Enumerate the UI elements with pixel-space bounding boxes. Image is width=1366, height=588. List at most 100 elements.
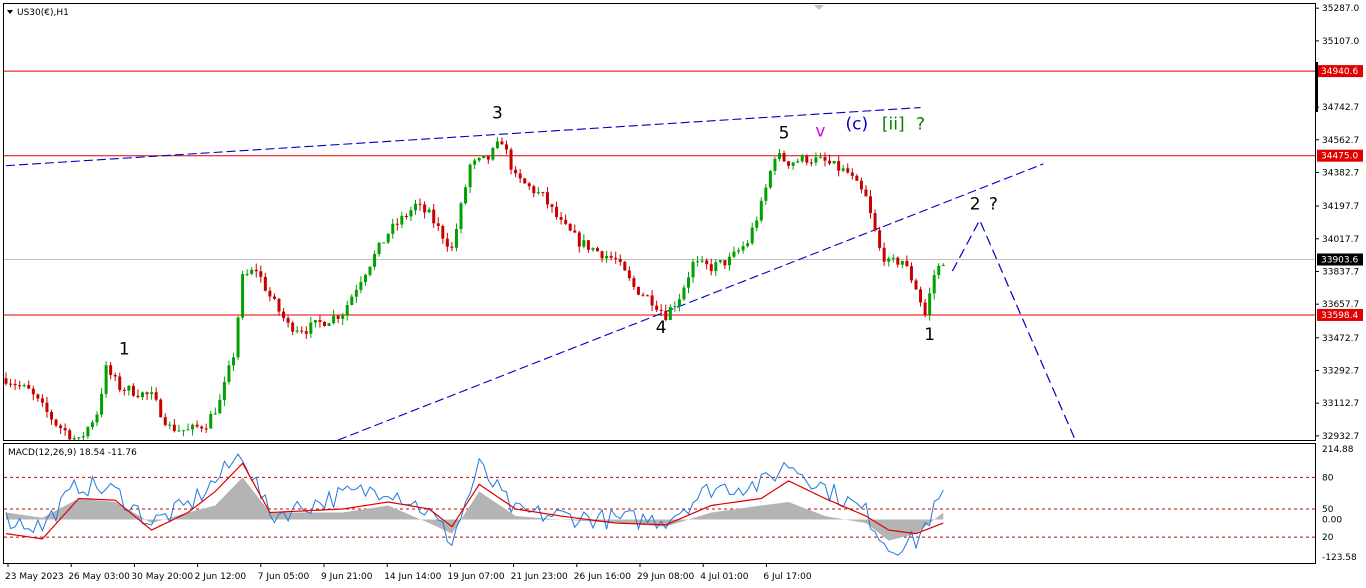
candle-body bbox=[614, 257, 618, 259]
candle-body bbox=[131, 385, 135, 396]
candle-body bbox=[468, 164, 472, 188]
candle-body bbox=[359, 282, 363, 290]
y-tick-label: 32932.7 bbox=[1322, 432, 1359, 442]
candle-body bbox=[627, 270, 631, 279]
y-tick-label: 34562.7 bbox=[1322, 136, 1359, 146]
candle-body bbox=[677, 299, 681, 307]
candle-body bbox=[841, 168, 845, 171]
y-tick-label: 34742.7 bbox=[1322, 103, 1359, 113]
candle-body bbox=[354, 289, 358, 297]
candle-body bbox=[655, 305, 659, 310]
candle-body bbox=[796, 161, 800, 163]
candle-body bbox=[718, 260, 722, 263]
candle-body bbox=[286, 318, 290, 323]
candle-body bbox=[241, 274, 245, 318]
indicator-y-tick-label: 80 bbox=[1322, 473, 1334, 483]
candle-body bbox=[45, 402, 49, 412]
candle-body bbox=[668, 307, 672, 320]
candle-body bbox=[363, 274, 367, 283]
candle-body bbox=[687, 277, 690, 288]
candle-body bbox=[218, 399, 222, 414]
candle-body bbox=[40, 398, 44, 403]
candle-body bbox=[928, 293, 932, 315]
candle-body bbox=[491, 148, 495, 160]
candle-body bbox=[204, 428, 208, 430]
candle-body bbox=[313, 320, 317, 323]
candle-body bbox=[727, 256, 731, 266]
indicator-label: MACD(12,26,9) 18.54 -11.76 bbox=[8, 448, 137, 458]
candle-body bbox=[209, 414, 213, 429]
scale-handle[interactable] bbox=[1316, 62, 1318, 112]
candle-body bbox=[423, 204, 427, 213]
candle-body bbox=[245, 273, 249, 275]
candle-body bbox=[791, 162, 795, 166]
candle-body bbox=[373, 254, 377, 267]
candle-body bbox=[873, 213, 877, 231]
candle-body bbox=[277, 298, 281, 312]
candle-body bbox=[213, 413, 217, 415]
indicator-y-tick-label: 0.00 bbox=[1322, 516, 1342, 526]
candle-body bbox=[564, 219, 568, 224]
candle-body bbox=[404, 215, 408, 217]
candle-body bbox=[555, 206, 559, 217]
candle-body bbox=[113, 375, 117, 377]
candle-body bbox=[186, 429, 190, 431]
candle-body bbox=[550, 204, 554, 207]
candle-body bbox=[450, 246, 454, 248]
y-tick-label: 35107.0 bbox=[1322, 37, 1359, 47]
x-tick-label: 26 Jun 16:00 bbox=[574, 572, 631, 582]
candle-body bbox=[891, 257, 895, 259]
candle-body bbox=[63, 428, 67, 431]
candle-body bbox=[436, 223, 440, 226]
candle-body bbox=[227, 365, 231, 382]
candle-body bbox=[172, 424, 176, 432]
x-tick-label: 2 Jun 12:00 bbox=[195, 572, 247, 582]
candle-body bbox=[509, 149, 513, 170]
price-chart[interactable]: 1 3 4 5 v (c) [ii] ? 1 2? 35287.0 35107.0 34742.7 34… bbox=[0, 0, 1366, 588]
candle-body bbox=[896, 257, 900, 265]
candle-body bbox=[818, 157, 822, 159]
candle-body bbox=[259, 271, 263, 277]
x-tick-label: 19 Jun 07:00 bbox=[447, 572, 504, 582]
wave-label-8: 1 bbox=[924, 325, 935, 345]
candle-body bbox=[118, 376, 122, 391]
candle-body bbox=[395, 223, 399, 225]
candle-body bbox=[568, 223, 572, 231]
candle-body bbox=[859, 180, 863, 190]
x-tick-label: 6 Jul 17:00 bbox=[763, 572, 812, 582]
candle-body bbox=[350, 296, 354, 306]
candle-body bbox=[577, 232, 581, 247]
symbol-label: US30(€),H1 bbox=[17, 8, 69, 18]
candle-body bbox=[77, 437, 81, 439]
candle-body bbox=[409, 210, 413, 217]
level-price-tag-text: 33598.4 bbox=[1321, 311, 1358, 321]
candle-body bbox=[582, 240, 586, 247]
candle-body bbox=[909, 266, 913, 281]
candle-body bbox=[341, 315, 345, 319]
candle-body bbox=[295, 330, 299, 332]
x-tick-label: 4 Jul 01:00 bbox=[700, 572, 749, 582]
candle-body bbox=[232, 357, 235, 366]
candle-body bbox=[336, 315, 340, 319]
candle-body bbox=[122, 390, 126, 392]
y-tick-label: 33472.7 bbox=[1322, 334, 1359, 344]
candle-body bbox=[646, 295, 650, 297]
candle-body bbox=[518, 173, 522, 179]
candle-body bbox=[250, 269, 254, 274]
candle-body bbox=[632, 278, 636, 287]
candle-body bbox=[36, 394, 40, 399]
candle-body bbox=[900, 260, 904, 265]
candle-body bbox=[596, 248, 599, 252]
candle-body bbox=[22, 384, 26, 386]
candle-body bbox=[932, 275, 936, 294]
candle-body bbox=[95, 414, 99, 423]
candle-body bbox=[168, 424, 172, 426]
wave-label-10: ? bbox=[989, 194, 998, 214]
wave-label-0: 1 bbox=[119, 340, 130, 360]
candle-body bbox=[768, 170, 772, 188]
candle-body bbox=[473, 160, 477, 165]
candle-body bbox=[905, 260, 909, 267]
candle-body bbox=[464, 187, 468, 204]
candle-body bbox=[68, 430, 72, 440]
candle-body bbox=[254, 269, 258, 272]
